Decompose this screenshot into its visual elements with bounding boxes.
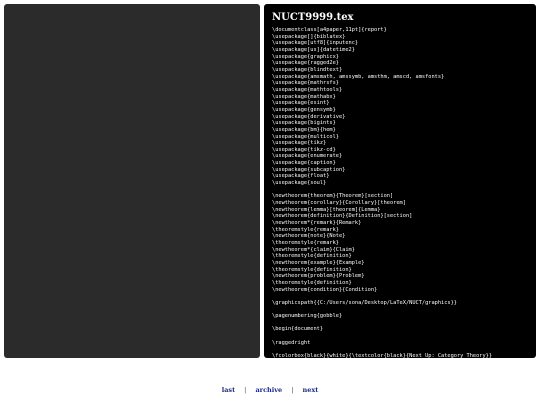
code-line: \usepackage{float} [272, 173, 330, 180]
code-line: \usepackage{mathabx} [272, 93, 336, 100]
code-panel: NUCT9999.tex \documentclass[a4paper,11pt… [264, 4, 536, 358]
code-line: \usepackage[us]{datetime2} [272, 46, 355, 53]
code-line: \usepackage{enumerate} [272, 153, 343, 160]
code-line: \raggedright [272, 339, 311, 346]
code-line: \usepackage{graphicx} [272, 53, 339, 60]
code-line: \usepackage{soul} [272, 180, 327, 187]
code-line: \usepackage{tikz-cd} [272, 146, 336, 153]
code-line: \newtheorem*{remark}{Remark} [272, 220, 362, 227]
code-line: \usepackage{blindtext} [272, 66, 343, 73]
code-line: \newtheorem{example}{Example} [272, 259, 365, 266]
separator: | [291, 386, 294, 394]
file-title: NUCT9999.tex [272, 12, 354, 23]
code-line: \fcolorbox{black}{white}{\textcolor{blac… [272, 353, 493, 358]
code-line: \newtheorem{problem}{Problem} [272, 273, 365, 280]
code-line: \usepackage{mathrsfs} [272, 80, 339, 87]
code-line: \newtheorem{definition}{Definition}[sect… [272, 213, 413, 220]
code-line: \usepackage{subcaption} [272, 166, 346, 173]
image-panel [4, 4, 260, 358]
code-line: \newtheorem{theorem}{Theorem}[section] [272, 193, 394, 200]
last-link[interactable]: last [222, 386, 235, 394]
code-line: \theoremstyle{remark} [272, 239, 339, 246]
next-link[interactable]: next [303, 386, 319, 394]
code-line: \theoremstyle{remark} [272, 226, 339, 233]
code-line: \begin{document} [272, 326, 324, 333]
code-line: \usepackage{mathtools} [272, 86, 343, 93]
code-line: \documentclass[a4paper,11pt]{report} [272, 27, 387, 33]
code-line: \theoremstyle{definition} [272, 266, 352, 273]
code-line: \usepackage{gensymb} [272, 106, 336, 113]
code-line: \newtheorem{condition}{Condition} [272, 286, 378, 293]
footer-nav: last | archive | next [0, 386, 540, 394]
code-line: \usepackage{bigints} [272, 120, 336, 127]
code-line: \newtheorem*{claim}{Claim} [272, 246, 355, 253]
archive-link[interactable]: archive [255, 386, 282, 394]
code-content: \documentclass[a4paper,11pt]{report} \use… [272, 27, 534, 358]
separator: | [244, 386, 247, 394]
code-line: \newtheorem{corollary}{Corollary}[theore… [272, 200, 406, 207]
code-line: \usepackage{amsmath, amssymb, amsthm, am… [272, 73, 445, 80]
code-line: \usepackage{caption} [272, 160, 336, 167]
code-line: \theoremstyle{definition} [272, 279, 352, 286]
code-line: \pagenumbering{gobble} [272, 313, 343, 320]
code-line: \newtheorem{lemma}[theorem]{Lemma} [272, 206, 381, 213]
code-line: \usepackage{esint} [272, 100, 330, 107]
code-line: \usepackage{multicol} [272, 133, 339, 140]
code-line: \usepackage[utf8]{inputenc} [272, 40, 359, 47]
code-line: \usepackage{tikz} [272, 140, 327, 147]
code-line: \newtheorem{note}{Note} [272, 233, 346, 240]
code-line: \theoremstyle{definition} [272, 253, 352, 260]
code-line: \usepackage{ragged2e} [272, 60, 339, 67]
code-line: \usepackage{bm}{hem} [272, 126, 336, 133]
code-line: \graphicspath{{C:/Users/sona/Desktop/LaT… [272, 299, 457, 306]
code-line: \usepackage{derivative} [272, 113, 346, 120]
code-line: \usepackage[]{biblatex} [272, 33, 346, 40]
